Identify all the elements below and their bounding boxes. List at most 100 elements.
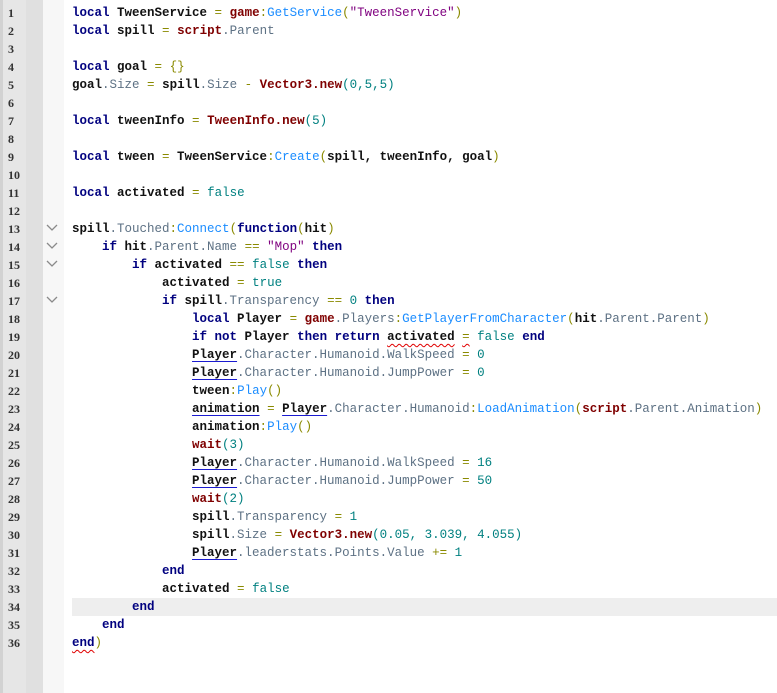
code-text[interactable]: if spill.Transparency == 0 then [72,292,777,310]
code-text[interactable]: Player.Character.Humanoid.JumpPower = 0 [72,364,777,382]
code-line[interactable]: 22 tween:Play() [0,382,777,400]
code-text[interactable]: animation:Play() [72,418,777,436]
code-line[interactable]: 29 spill.Transparency = 1 [0,508,777,526]
code-text[interactable] [72,40,777,58]
code-text[interactable]: goal.Size = spill.Size - Vector3.new(0,5… [72,76,777,94]
code-text[interactable] [72,166,777,184]
code-token: if not [192,330,238,344]
code-line[interactable]: 14 if hit.Parent.Name == "Mop" then [0,238,777,256]
code-text[interactable]: Player.Character.Humanoid.WalkSpeed = 0 [72,346,777,364]
line-number: 26 [8,456,20,470]
code-line[interactable]: 16 activated = true [0,274,777,292]
code-line[interactable]: 7 local tweenInfo = TweenInfo.new(5) [0,112,777,130]
code-line[interactable]: 31 Player.leaderstats.Points.Value += 1 [0,544,777,562]
code-line[interactable]: 27 Player.Character.Humanoid.JumpPower =… [0,472,777,490]
code-text[interactable]: wait(3) [72,436,777,454]
code-line[interactable]: 12 [0,202,777,220]
fold-chevron-icon[interactable] [46,241,58,251]
code-token: (0.05, 3.039, 4.055) [372,528,523,542]
code-line[interactable]: 30 spill.Size = Vector3.new(0.05, 3.039,… [0,526,777,544]
code-text[interactable]: activated = false [72,580,777,598]
code-token: .Transparency [222,294,328,308]
code-line[interactable]: 26 Player.Character.Humanoid.WalkSpeed =… [0,454,777,472]
code-text[interactable] [72,130,777,148]
current-line-highlight[interactable]: end [72,598,777,616]
line-number: 1 [8,6,14,20]
code-text[interactable]: local Player = game.Players:GetPlayerFro… [72,310,777,328]
code-text[interactable]: if activated == false then [72,256,777,274]
code-text[interactable]: if hit.Parent.Name == "Mop" then [72,238,777,256]
code-line[interactable]: 10 [0,166,777,184]
code-line[interactable]: 4 local goal = {} [0,58,777,76]
code-token: ) [94,636,103,650]
code-line[interactable]: 24 animation:Play() [0,418,777,436]
line-number: 12 [8,204,20,218]
code-text[interactable]: local tween = TweenService:Create(spill,… [72,148,777,166]
code-token: end [72,636,95,650]
fold-chevron-icon[interactable] [46,259,58,269]
code-line[interactable]: 6 [0,94,777,112]
code-line[interactable]: 5 goal.Size = spill.Size - Vector3.new(0,… [0,76,777,94]
line-number: 13 [8,222,20,236]
code-editor[interactable]: 1 local TweenService = game:GetService("T… [0,4,777,652]
code-token: animation [192,420,260,434]
code-line[interactable]: 25 wait(3) [0,436,777,454]
code-line[interactable]: 35 end [0,616,777,634]
code-line[interactable]: 19 if not Player then return activated =… [0,328,777,346]
code-line[interactable]: 36 end) [0,634,777,652]
code-line[interactable]: 2 local spill = script.Parent [0,22,777,40]
code-token: 0 [349,294,358,308]
code-text[interactable]: Player.Character.Humanoid.WalkSpeed = 16 [72,454,777,472]
code-token: wait [192,438,223,452]
code-line[interactable]: 13 spill.Touched:Connect(function(hit) [0,220,777,238]
code-text[interactable]: local activated = false [72,184,777,202]
code-line[interactable]: 33 activated = false [0,580,777,598]
code-text[interactable]: local goal = {} [72,58,777,76]
code-line[interactable]: 8 [0,130,777,148]
code-token: goal [109,60,155,74]
code-text[interactable]: spill.Transparency = 1 [72,508,777,526]
code-text[interactable] [72,94,777,112]
code-line[interactable]: 17 if spill.Transparency == 0 then [0,292,777,310]
code-text[interactable]: spill.Touched:Connect(function(hit) [72,220,777,238]
code-line[interactable]: 21 Player.Character.Humanoid.JumpPower =… [0,364,777,382]
code-line[interactable]: 9 local tween = TweenService:Create(spill… [0,148,777,166]
line-number: 3 [8,42,14,56]
code-line[interactable]: 20 Player.Character.Humanoid.WalkSpeed =… [0,346,777,364]
code-line[interactable]: 34 end [0,598,777,616]
code-token: = [462,456,470,470]
code-text[interactable]: animation = Player.Character.Humanoid:Lo… [72,400,777,418]
code-text[interactable]: local TweenService = game:GetService("Tw… [72,4,777,22]
code-text[interactable]: spill.Size = Vector3.new(0.05, 3.039, 4.… [72,526,777,544]
code-text[interactable]: Player.leaderstats.Points.Value += 1 [72,544,777,562]
code-line[interactable]: 1 local TweenService = game:GetService("T… [0,4,777,22]
code-text[interactable]: wait(2) [72,490,777,508]
code-token: end [162,564,185,578]
code-text[interactable]: end [72,616,777,634]
code-line[interactable]: 32 end [0,562,777,580]
code-text[interactable]: local spill = script.Parent [72,22,777,40]
code-text[interactable] [72,202,777,220]
code-text[interactable]: if not Player then return activated = fa… [72,328,777,346]
fold-chevron-icon[interactable] [46,223,58,233]
code-token: hit [574,312,598,326]
code-text[interactable]: tween:Play() [72,382,777,400]
code-line[interactable]: 23 animation = Player.Character.Humanoid… [0,400,777,418]
fold-chevron-icon[interactable] [46,295,58,305]
code-text[interactable]: local tweenInfo = TweenInfo.new(5) [72,112,777,130]
code-token: == [244,240,260,254]
code-line[interactable]: 28 wait(2) [0,490,777,508]
code-text[interactable]: activated = true [72,274,777,292]
code-line[interactable]: 18 local Player = game.Players:GetPlayer… [0,310,777,328]
code-text[interactable]: Player.Character.Humanoid.JumpPower = 50 [72,472,777,490]
code-line[interactable]: 3 [0,40,777,58]
code-text[interactable]: end) [72,634,777,652]
code-text[interactable]: end [72,562,777,580]
code-line[interactable]: 15 if activated == false then [0,256,777,274]
code-line[interactable]: 11 local activated = false [0,184,777,202]
